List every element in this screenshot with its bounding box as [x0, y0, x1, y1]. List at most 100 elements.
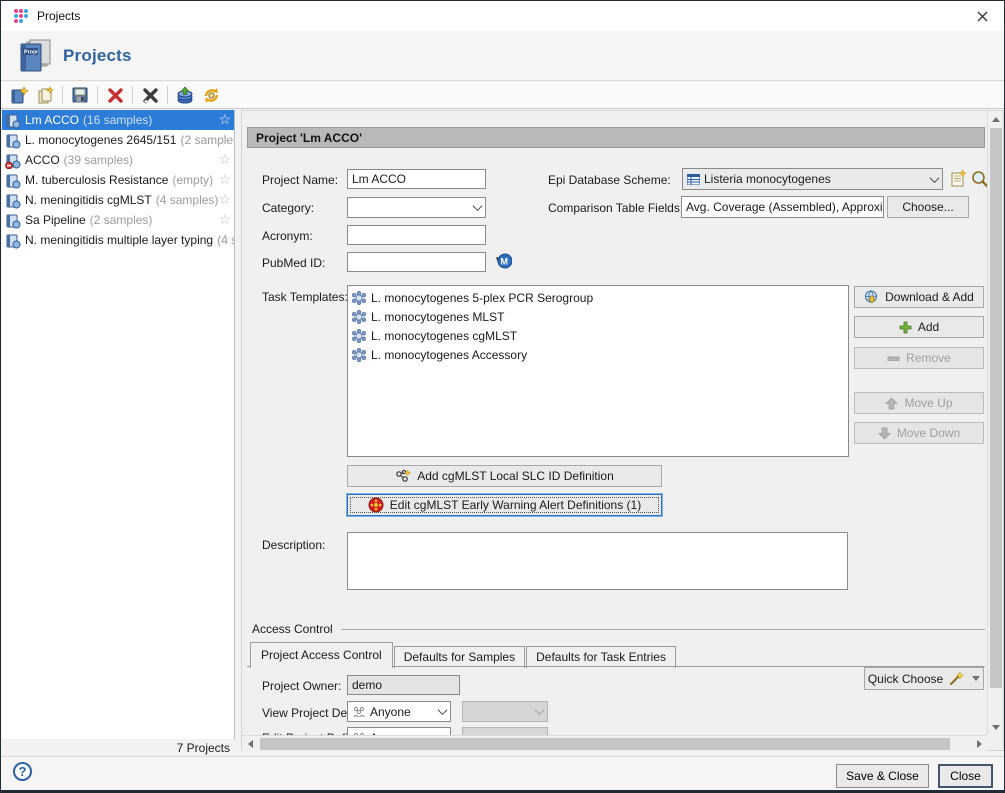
add-label: Add	[918, 320, 939, 334]
tab-project-access-control[interactable]: Project Access Control	[250, 642, 393, 668]
cluster-icon	[395, 469, 411, 484]
project-count: (39 samples)	[64, 153, 133, 167]
help-icon[interactable]: ?	[13, 762, 32, 781]
delete-icon	[107, 87, 124, 104]
task-template-item[interactable]: L. monocytogenes 5-plex PCR Serogroup	[348, 288, 848, 307]
project-list-item[interactable]: N. meningitidis cgMLST (4 samples) ☆	[2, 190, 234, 210]
duplicate-project-button[interactable]	[33, 83, 57, 107]
toolbar-separator	[97, 86, 98, 104]
category-dropdown[interactable]	[347, 197, 486, 218]
task-template-name: L. monocytogenes Accessory	[371, 348, 527, 362]
task-templates-label: Task Templates:	[262, 290, 348, 304]
tab-label: Project Access Control	[261, 648, 382, 662]
task-template-icon	[352, 329, 366, 343]
project-name-input[interactable]: Lm ACCO	[347, 169, 486, 189]
task-template-item[interactable]: L. monocytogenes MLST	[348, 307, 848, 326]
project-list-item[interactable]: ACCO (39 samples) ☆	[2, 150, 234, 170]
panel-header: Project 'Lm ACCO'	[247, 127, 985, 148]
group-divider	[341, 629, 985, 630]
new-project-button[interactable]	[7, 83, 31, 107]
project-detail-panel: Project 'Lm ACCO' Project Name: Lm ACCO …	[241, 110, 1004, 751]
scroll-down-arrow[interactable]	[988, 719, 1004, 735]
project-icon	[5, 113, 21, 129]
new-scheme-icon[interactable]	[949, 169, 967, 188]
remove-template-button[interactable]: Remove	[854, 347, 984, 369]
view-definition-dropdown[interactable]: Anyone	[347, 701, 451, 722]
page-header: Proje Projects	[1, 31, 1004, 81]
task-template-item[interactable]: L. monocytogenes Accessory	[348, 345, 848, 364]
title-bar: Projects	[1, 1, 1004, 31]
acronym-input[interactable]	[347, 225, 486, 245]
choose-fields-button[interactable]: Choose...	[887, 196, 969, 218]
chevron-down-icon	[438, 705, 448, 715]
project-count-footer: 7 Projects	[2, 741, 230, 755]
scroll-right-arrow[interactable]	[971, 736, 987, 752]
save-icon	[71, 86, 89, 104]
save-close-button[interactable]: Save & Close	[836, 764, 929, 788]
black-cross-icon	[142, 87, 159, 104]
edit-alert-definitions-button[interactable]: Edit cgMLST Early Warning Alert Definiti…	[347, 494, 662, 516]
vertical-scroll-thumb[interactable]	[990, 128, 1002, 688]
favorite-star-icon[interactable]: ☆	[218, 151, 231, 168]
project-owner-field: demo	[347, 675, 460, 695]
project-list-item[interactable]: N. meningitidis multiple layer typing (4…	[2, 230, 234, 250]
task-template-name: L. monocytogenes 5-plex PCR Serogroup	[371, 291, 593, 305]
upload-database-button[interactable]	[173, 83, 197, 107]
project-name: N. meningitidis multiple layer typing	[25, 233, 213, 247]
epi-scheme-dropdown[interactable]: Listeria monocytogenes	[682, 168, 943, 190]
move-up-button[interactable]: Move Up	[854, 392, 984, 414]
project-list-item[interactable]: M. tuberculosis Resistance (empty) ☆	[2, 170, 234, 190]
project-icon	[5, 213, 21, 229]
task-templates-list[interactable]: L. monocytogenes 5-plex PCR Serogroup L.…	[347, 285, 849, 457]
add-slc-definition-button[interactable]: Add cgMLST Local SLC ID Definition	[347, 465, 662, 487]
category-label: Category:	[262, 201, 314, 215]
project-name: Lm ACCO	[25, 113, 79, 127]
pubmed-input[interactable]	[347, 252, 486, 272]
close-button[interactable]: Close	[938, 764, 993, 788]
remove-cross-button[interactable]	[138, 83, 162, 107]
favorite-star-icon[interactable]: ☆	[218, 211, 231, 228]
window-close-button[interactable]	[960, 1, 1004, 31]
plus-icon	[899, 321, 912, 334]
project-icon	[5, 173, 21, 189]
description-textarea[interactable]	[347, 532, 848, 590]
favorite-star-icon[interactable]: ☆	[218, 191, 231, 208]
favorite-star-icon[interactable]: ☆	[218, 231, 231, 248]
project-name-label: Project Name:	[262, 173, 338, 187]
scroll-left-arrow[interactable]	[242, 736, 258, 752]
change-key-button[interactable]	[199, 83, 223, 107]
move-down-button[interactable]: Move Down	[854, 422, 984, 444]
toolbar-separator	[167, 86, 168, 104]
favorite-star-icon[interactable]: ☆	[218, 131, 231, 148]
save-button[interactable]	[68, 83, 92, 107]
scheme-table-icon	[687, 174, 700, 185]
add-template-button[interactable]: Add	[854, 316, 984, 338]
project-name: L. monocytogenes 2645/151	[25, 133, 176, 147]
window-title: Projects	[37, 9, 80, 23]
project-list-item[interactable]: Sa Pipeline (2 samples) ☆	[2, 210, 234, 230]
people-group-icon	[352, 706, 366, 718]
pubmed-icon[interactable]: M	[494, 253, 512, 269]
alert-icon	[368, 497, 384, 513]
project-icon	[5, 233, 21, 249]
horizontal-scrollbar[interactable]	[242, 735, 987, 752]
pubmed-label: PubMed ID:	[262, 256, 325, 270]
favorite-star-icon[interactable]: ☆	[218, 111, 231, 128]
delete-project-button[interactable]	[103, 83, 127, 107]
horizontal-scroll-thumb[interactable]	[260, 738, 950, 750]
remove-label: Remove	[906, 351, 951, 365]
task-template-item[interactable]: L. monocytogenes cgMLST	[348, 326, 848, 345]
project-list-item[interactable]: Lm ACCO (16 samples) ☆	[2, 110, 234, 130]
vertical-scrollbar[interactable]	[987, 111, 1003, 735]
download-add-button[interactable]: Download & Add	[854, 286, 984, 308]
project-list-item[interactable]: L. monocytogenes 2645/151 (2 samples) ☆	[2, 130, 234, 150]
project-name: Sa Pipeline	[25, 213, 86, 227]
project-owner-label: Project Owner:	[262, 679, 341, 693]
scroll-up-arrow[interactable]	[988, 111, 1004, 127]
project-name: N. meningitidis cgMLST	[25, 193, 152, 207]
view-definition-secondary-dropdown[interactable]	[462, 701, 548, 722]
page-title: Projects	[63, 46, 132, 66]
project-count: (16 samples)	[83, 113, 152, 127]
favorite-star-icon[interactable]: ☆	[218, 171, 231, 188]
quick-choose-button[interactable]: Quick Choose	[864, 667, 984, 690]
